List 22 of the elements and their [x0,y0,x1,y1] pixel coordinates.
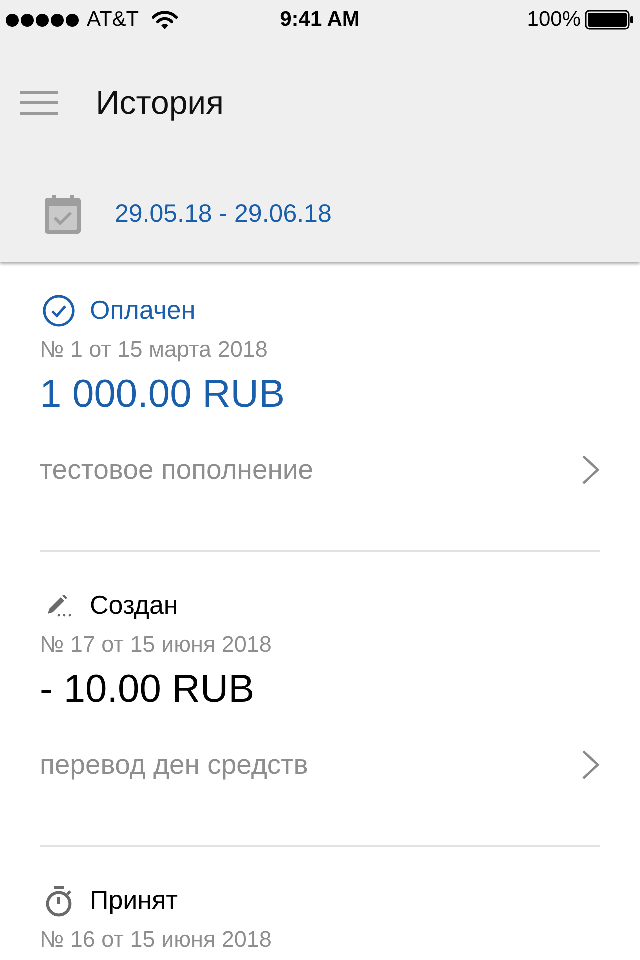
page-title: История [96,83,224,123]
menu-icon[interactable] [20,91,58,115]
clock-time: 9:41 AM [280,7,360,34]
battery-icon [585,10,634,30]
status-label: Создан [90,590,178,622]
date-range-link[interactable]: 29.05.18 - 29.06.18 [115,199,332,229]
chevron-right-icon[interactable] [582,455,600,485]
description-text: тестовое пополнение [40,454,314,486]
battery-percent: 100% [527,7,581,34]
calendar-icon[interactable] [45,194,81,234]
amount-text: 1 000.00 RUB [40,375,286,415]
order-number: № 17 от 15 июня 2018 [40,632,273,658]
amount-text: - 10.00 RUB [40,670,256,710]
carrier-name: AT&T [87,7,140,34]
status-label: Оплачен [90,295,196,327]
status-label: Принят [90,885,178,917]
wifi-icon [152,10,178,30]
order-number: № 1 от 15 марта 2018 [40,337,269,363]
chevron-right-icon[interactable] [582,750,600,780]
order-number: № 16 от 15 июня 2018 [40,927,273,953]
description-text: перевод ден средств [40,749,308,781]
signal-icon [6,14,79,26]
